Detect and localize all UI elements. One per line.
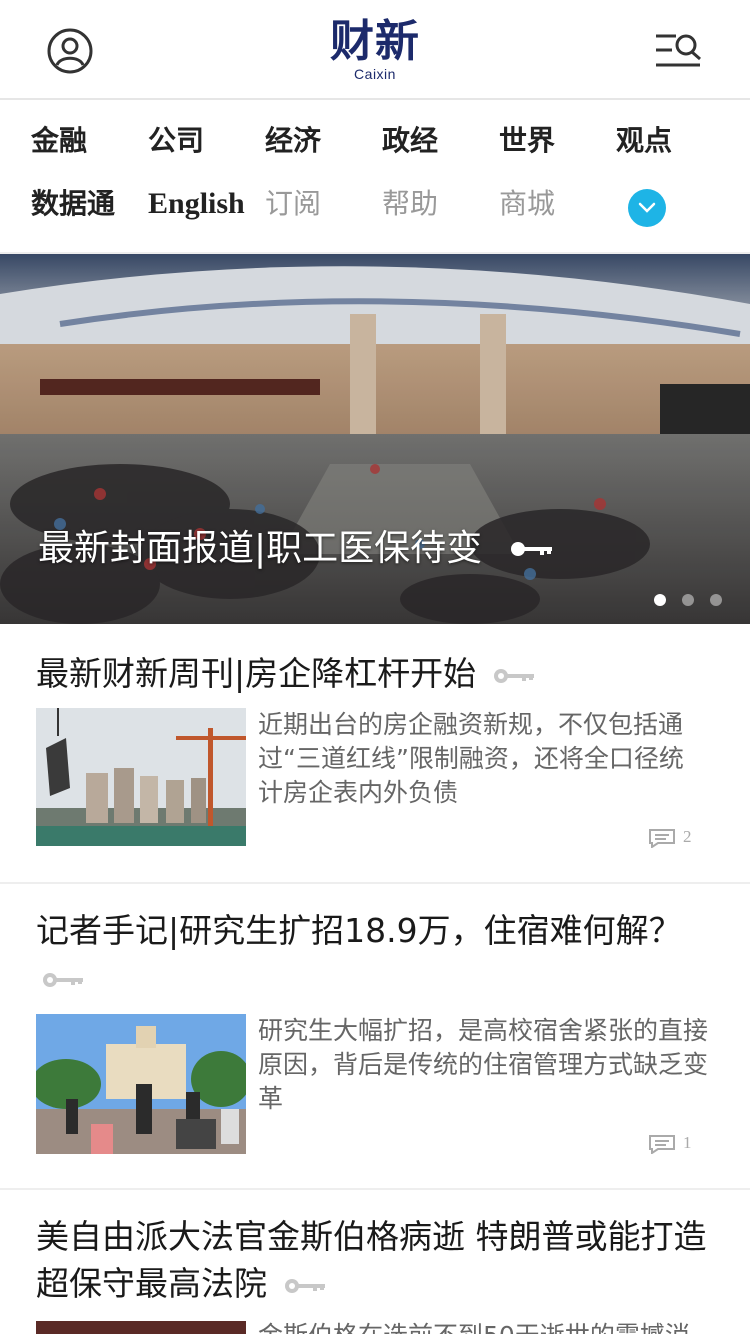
comment-count: 1 (683, 1133, 692, 1152)
carousel-dot[interactable] (710, 594, 722, 606)
menu-search-icon[interactable] (654, 30, 704, 72)
caixin-logo[interactable]: 财新 Caixin (0, 16, 750, 83)
article-title[interactable]: 记者手记|研究生扩招18.9万，住宿难何解？ (36, 907, 716, 1001)
article-summary: 金斯伯格在选前不到50天逝世的震撼消 (258, 1319, 708, 1334)
article-thumbnail[interactable] (36, 1014, 246, 1154)
logo-text-cn: 财新 (330, 16, 420, 67)
comment-icon[interactable] (648, 1134, 676, 1154)
logo-text-en: Caixin (354, 66, 396, 82)
nav-item-world[interactable]: 世界 (499, 123, 555, 159)
carousel-dot[interactable] (682, 594, 694, 606)
nav-item-shop[interactable]: 商城 (499, 186, 555, 222)
chevron-down-icon (638, 202, 656, 213)
article-title[interactable]: 美自由派大法官金斯伯格病逝 特朗普或能打造超保守最高法院 (36, 1213, 716, 1307)
nav-item-help[interactable]: 帮助 (382, 186, 438, 222)
article-thumbnail[interactable] (36, 708, 246, 846)
nav-item-data[interactable]: 数据通 (31, 186, 115, 222)
nav-item-finance[interactable]: 金融 (31, 123, 87, 159)
article-thumbnail[interactable] (36, 1320, 246, 1334)
key-icon (43, 972, 83, 987)
key-icon (511, 542, 552, 556)
article-summary: 研究生大幅扩招，是高校宿舍紧张的直接原因，背后是传统的住宿管理方式缺乏变革 (258, 1016, 709, 1113)
nav-item-company[interactable]: 公司 (148, 123, 204, 159)
nav-item-english[interactable]: English (148, 186, 245, 222)
comment-count: 2 (683, 827, 692, 846)
key-icon (493, 668, 534, 683)
nav-item-subscribe[interactable]: 订阅 (265, 186, 321, 222)
nav-item-politics[interactable]: 政经 (382, 123, 438, 159)
key-icon (284, 1278, 325, 1293)
article-title[interactable]: 最新财新周刊|房企降杠杆开始 (36, 650, 716, 697)
nav-item-economy[interactable]: 经济 (265, 123, 321, 159)
expand-nav-button[interactable] (628, 189, 666, 227)
nav-item-opinion[interactable]: 观点 (616, 123, 672, 159)
carousel-dot-active[interactable] (654, 594, 666, 606)
comment-icon[interactable] (648, 828, 676, 848)
hero-title[interactable]: 最新封面报道|职工医保待变 (38, 526, 482, 572)
article-summary: 近期出台的房企融资新规，不仅包括通过“三道红线”限制融资，还将全口径统计房企表内… (258, 710, 684, 807)
top-bar: 财新 Caixin (0, 0, 750, 100)
